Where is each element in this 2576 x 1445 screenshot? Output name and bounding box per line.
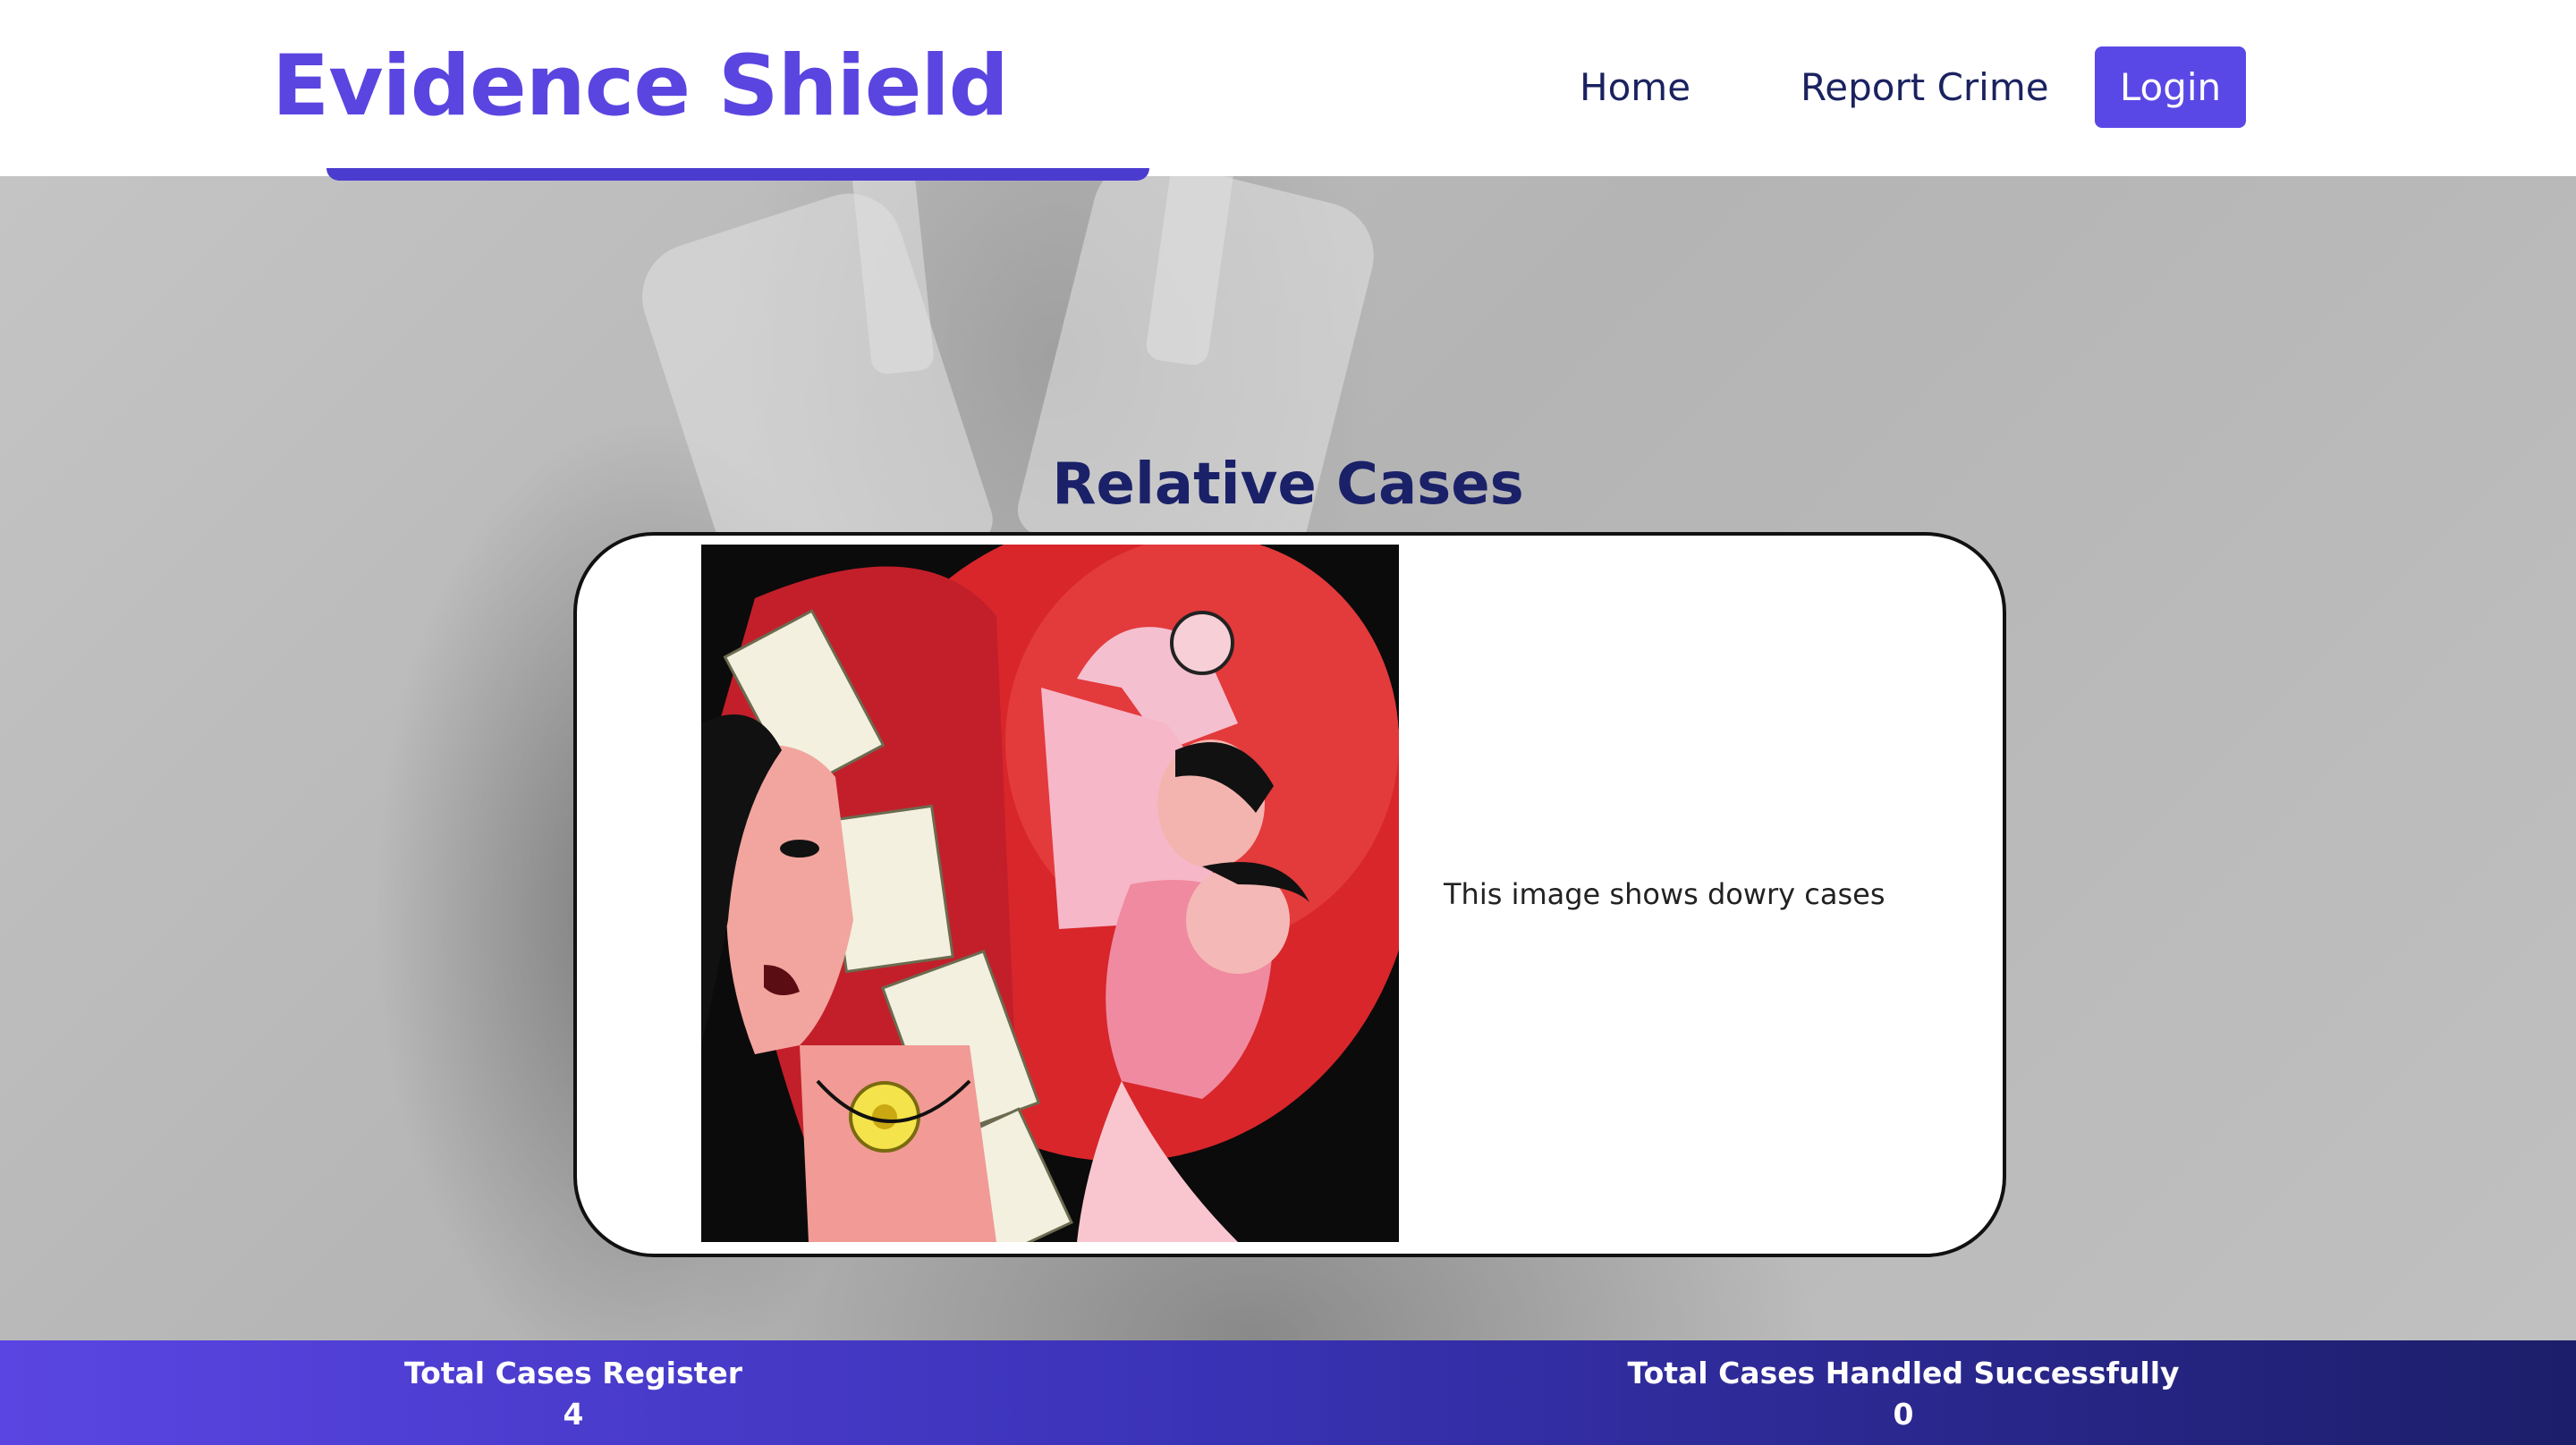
case-card: This image shows dowry cases (573, 532, 2006, 1257)
brand-underline-decoration (326, 168, 1149, 181)
dowry-illustration-icon (701, 545, 1399, 1242)
brand-logo[interactable]: Evidence Shield (272, 34, 1009, 139)
stats-bar: Total Cases Register 4 Total Cases Handl… (0, 1340, 2576, 1445)
stat-cases-registered: Total Cases Register 4 (260, 1353, 886, 1435)
top-navbar: Evidence Shield Home Report Crime Login (0, 0, 2576, 176)
stat-cases-handled: Total Cases Handled Successfully 0 (1590, 1353, 2216, 1435)
login-button[interactable]: Login (2095, 46, 2246, 128)
nav-home-link[interactable]: Home (1580, 63, 1690, 113)
stat-registered-label: Total Cases Register (403, 1356, 743, 1390)
nav-report-crime-link[interactable]: Report Crime (1801, 63, 2049, 113)
case-description: This image shows dowry cases (1444, 877, 1885, 911)
stat-handled-value: 0 (1893, 1397, 1914, 1432)
stat-registered-value: 4 (563, 1397, 584, 1432)
relative-cases-heading: Relative Cases (1052, 452, 1524, 518)
stat-handled-label: Total Cases Handled Successfully (1627, 1356, 2180, 1390)
